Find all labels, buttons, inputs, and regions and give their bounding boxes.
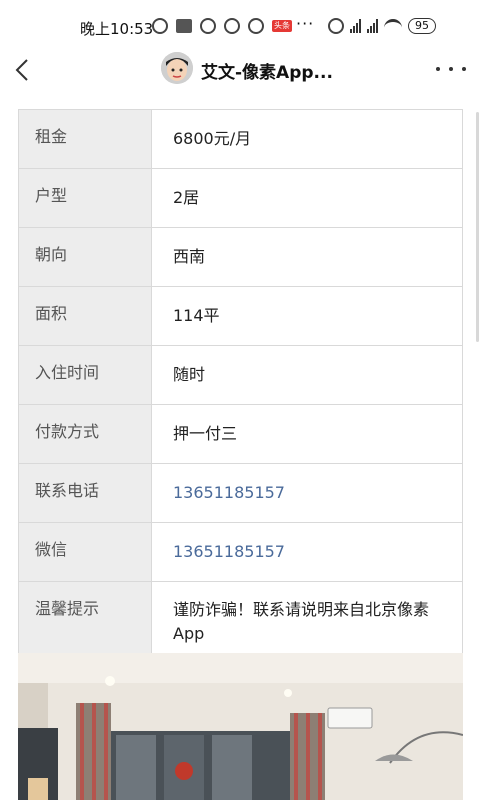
table-row: 联系电话 13651185157	[19, 463, 462, 522]
row-label: 微信	[19, 523, 152, 581]
chevron-left-icon	[15, 59, 28, 81]
rent-info-table: 租金 6800元/月 户型 2居 朝向 西南 面积 114平 入住时间 随时 付…	[18, 109, 463, 661]
notification-icons: 头条	[152, 18, 292, 34]
table-row: 温馨提示 谨防诈骗！联系请说明来自北京像素App	[19, 581, 462, 660]
table-row: 租金 6800元/月	[19, 110, 462, 168]
row-label: 付款方式	[19, 405, 152, 463]
room-photo-image	[18, 653, 463, 800]
apartment-photo[interactable]	[18, 653, 463, 800]
status-bar: 晚上10:53 头条 ··· 95	[0, 0, 480, 44]
system-icons: 95	[328, 18, 436, 34]
message-icon	[176, 19, 192, 33]
back-button[interactable]	[8, 54, 36, 86]
row-label: 入住时间	[19, 346, 152, 404]
table-row: 面积 114平	[19, 286, 462, 345]
cartoon-avatar-icon	[161, 52, 193, 84]
scrollbar[interactable]	[476, 112, 479, 342]
row-value: 谨防诈骗！联系请说明来自北京像素App	[173, 600, 430, 643]
page-title: 艾文-像素App...	[201, 63, 333, 83]
app-icon-2	[248, 18, 264, 34]
avatar[interactable]	[161, 52, 193, 84]
wechat-icon	[152, 18, 168, 34]
table-row: 入住时间 随时	[19, 345, 462, 404]
row-value: 6800元/月	[173, 129, 252, 148]
row-value: 随时	[173, 365, 206, 384]
row-label: 朝向	[19, 228, 152, 286]
dot-icon	[449, 67, 453, 71]
dot-icon	[462, 67, 466, 71]
table-row: 户型 2居	[19, 168, 462, 227]
row-value: 114平	[173, 306, 220, 325]
dot-icon	[436, 67, 440, 71]
row-label: 户型	[19, 169, 152, 227]
row-value: 2居	[173, 188, 200, 207]
nav-bar: 艾文-像素App...	[0, 44, 480, 96]
row-value: 押一付三	[173, 424, 238, 443]
row-label: 租金	[19, 110, 152, 168]
news-badge-icon: 头条	[272, 20, 292, 32]
row-value: 西南	[173, 247, 206, 266]
battery-icon: 95	[408, 18, 436, 34]
phone-link[interactable]: 13651185157	[152, 464, 462, 522]
more-options-button[interactable]	[436, 58, 466, 80]
wechat-link[interactable]: 13651185157	[152, 523, 462, 581]
signal-icon	[350, 19, 361, 33]
signal-icon-2	[367, 19, 378, 33]
location-icon	[200, 18, 216, 34]
alarm-icon	[328, 18, 344, 34]
status-time: 晚上10:53	[80, 20, 154, 38]
wifi-icon	[384, 19, 402, 33]
table-row: 付款方式 押一付三	[19, 404, 462, 463]
app-icon	[224, 18, 240, 34]
table-row: 微信 13651185157	[19, 522, 462, 581]
row-label: 温馨提示	[19, 582, 152, 660]
row-label: 面积	[19, 287, 152, 345]
table-row: 朝向 西南	[19, 227, 462, 286]
row-label: 联系电话	[19, 464, 152, 522]
more-notifications-icon: ···	[296, 14, 315, 33]
